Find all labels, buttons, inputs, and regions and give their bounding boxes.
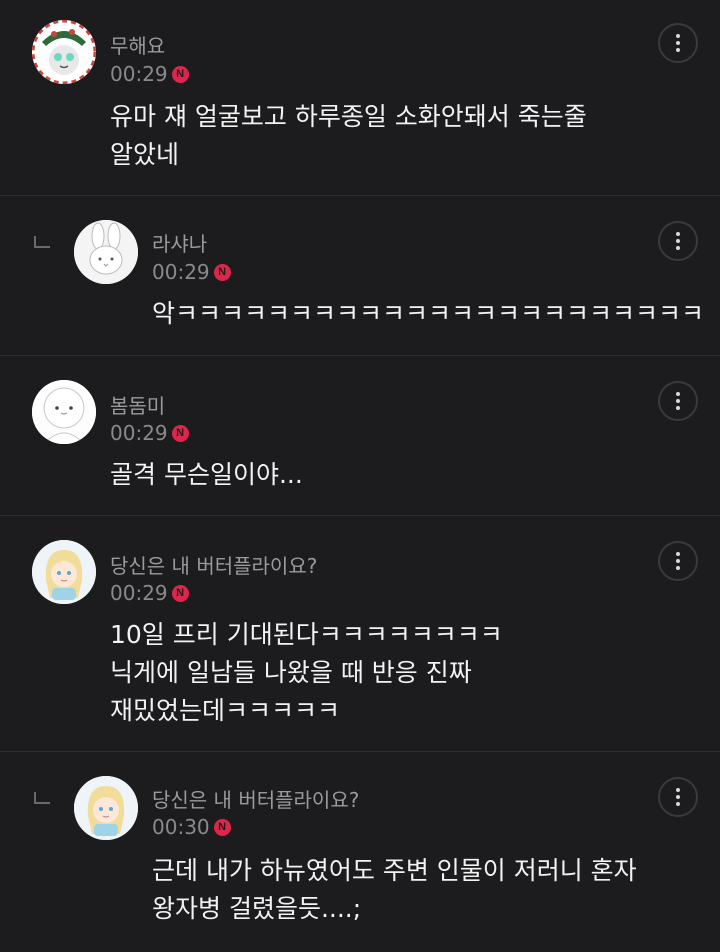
comment-text: 골격 무슨일이야... <box>110 456 303 494</box>
vertical-ellipsis-icon <box>676 788 680 792</box>
comment-line: 닉게에 일남들 나왔을 때 반응 진짜 <box>110 658 472 687</box>
reply-item: 당신은 내 버터플라이요? 00:30 N 근데 내가 하뉴였어도 주변 인물이… <box>0 752 720 952</box>
more-options-button[interactable] <box>658 541 698 581</box>
comment-list: 무해요 00:29 N 유마 쟤 얼굴보고 하루종일 소화안돼서 죽는줄 알았네 <box>0 0 720 952</box>
vertical-ellipsis-icon <box>676 795 680 799</box>
time-text: 00:30 <box>152 815 210 839</box>
comment-item: 무해요 00:29 N 유마 쟤 얼굴보고 하루종일 소화안돼서 죽는줄 알았네 <box>0 0 720 196</box>
vertical-ellipsis-icon <box>676 552 680 556</box>
comment-text: 유마 쟤 얼굴보고 하루종일 소화안돼서 죽는줄 알았네 <box>110 98 587 174</box>
more-options-button[interactable] <box>658 381 698 421</box>
comment-line: 골격 무슨일이야... <box>110 460 303 489</box>
new-badge: N <box>213 818 231 836</box>
new-badge: N <box>171 584 189 602</box>
comment-text: 근데 내가 하뉴였어도 주변 인물이 저러니 혼자 왕자병 걸렸을듯....; <box>152 852 637 928</box>
time-text: 00:29 <box>110 62 168 86</box>
more-options-button[interactable] <box>658 777 698 817</box>
avatar[interactable] <box>32 540 96 604</box>
vertical-ellipsis-icon <box>676 232 680 236</box>
comment-line: 근데 내가 하뉴였어도 주변 인물이 저러니 혼자 <box>152 856 637 885</box>
vertical-ellipsis-icon <box>676 239 680 243</box>
vertical-ellipsis-icon <box>676 559 680 563</box>
time-text: 00:29 <box>110 421 168 445</box>
author-name[interactable]: 봄돔미 <box>110 390 165 419</box>
author-name[interactable]: 당신은 내 버터플라이요? <box>152 784 359 813</box>
vertical-ellipsis-icon <box>676 246 680 250</box>
comment-line: 재밌었는데ㅋㅋㅋㅋㅋ <box>110 696 341 725</box>
new-badge: N <box>171 65 189 83</box>
comment-item: 봄돔미 00:29 N 골격 무슨일이야... <box>0 356 720 516</box>
comment-line: 알았네 <box>110 140 180 169</box>
reply-corner-icon <box>34 236 50 248</box>
author-name[interactable]: 라샤나 <box>152 228 207 257</box>
reply-corner-icon <box>34 792 50 804</box>
comment-text: 악ㅋㅋㅋㅋㅋㅋㅋㅋㅋㅋㅋㅋㅋㅋㅋㅋㅋㅋㅋㅋㅋㅋㅋ <box>152 295 704 333</box>
vertical-ellipsis-icon <box>676 566 680 570</box>
author-name[interactable]: 당신은 내 버터플라이요? <box>110 550 317 579</box>
new-badge: N <box>171 424 189 442</box>
timestamp: 00:29 N <box>110 421 189 445</box>
vertical-ellipsis-icon <box>676 406 680 410</box>
author-name[interactable]: 무해요 <box>110 30 165 59</box>
reply-item: 라샤나 00:29 N 악ㅋㅋㅋㅋㅋㅋㅋㅋㅋㅋㅋㅋㅋㅋㅋㅋㅋㅋㅋㅋㅋㅋㅋ <box>0 196 720 356</box>
timestamp: 00:30 N <box>152 815 231 839</box>
christmas-wreath-avatar-icon <box>32 20 96 84</box>
timestamp: 00:29 N <box>110 62 189 86</box>
new-badge: N <box>213 263 231 281</box>
avatar[interactable] <box>74 776 138 840</box>
vertical-ellipsis-icon <box>676 802 680 806</box>
white-character-avatar-icon <box>32 380 96 444</box>
comment-line: 왕자병 걸렸을듯....; <box>152 894 362 923</box>
time-text: 00:29 <box>152 260 210 284</box>
vertical-ellipsis-icon <box>676 392 680 396</box>
blonde-girl-avatar-icon <box>74 776 138 840</box>
comment-line: 유마 쟤 얼굴보고 하루종일 소화안돼서 죽는줄 <box>110 102 587 131</box>
more-options-button[interactable] <box>658 23 698 63</box>
avatar[interactable] <box>32 380 96 444</box>
avatar[interactable] <box>32 20 96 84</box>
vertical-ellipsis-icon <box>676 48 680 52</box>
avatar[interactable] <box>74 220 138 284</box>
more-options-button[interactable] <box>658 221 698 261</box>
bunny-avatar-icon <box>74 220 138 284</box>
vertical-ellipsis-icon <box>676 41 680 45</box>
blonde-girl-avatar-icon <box>32 540 96 604</box>
comment-line: 악ㅋㅋㅋㅋㅋㅋㅋㅋㅋㅋㅋㅋㅋㅋㅋㅋㅋㅋㅋㅋㅋㅋㅋ <box>152 299 705 328</box>
comment-line: 10일 프리 기대된다ㅋㅋㅋㅋㅋㅋㅋㅋ <box>110 620 503 649</box>
vertical-ellipsis-icon <box>676 34 680 38</box>
timestamp: 00:29 N <box>152 260 231 284</box>
comment-text: 10일 프리 기대된다ㅋㅋㅋㅋㅋㅋㅋㅋ 닉게에 일남들 나왔을 때 반응 진짜 … <box>110 616 503 730</box>
timestamp: 00:29 N <box>110 581 189 605</box>
vertical-ellipsis-icon <box>676 399 680 403</box>
comment-item: 당신은 내 버터플라이요? 00:29 N 10일 프리 기대된다ㅋㅋㅋㅋㅋㅋㅋ… <box>0 516 720 752</box>
time-text: 00:29 <box>110 581 168 605</box>
